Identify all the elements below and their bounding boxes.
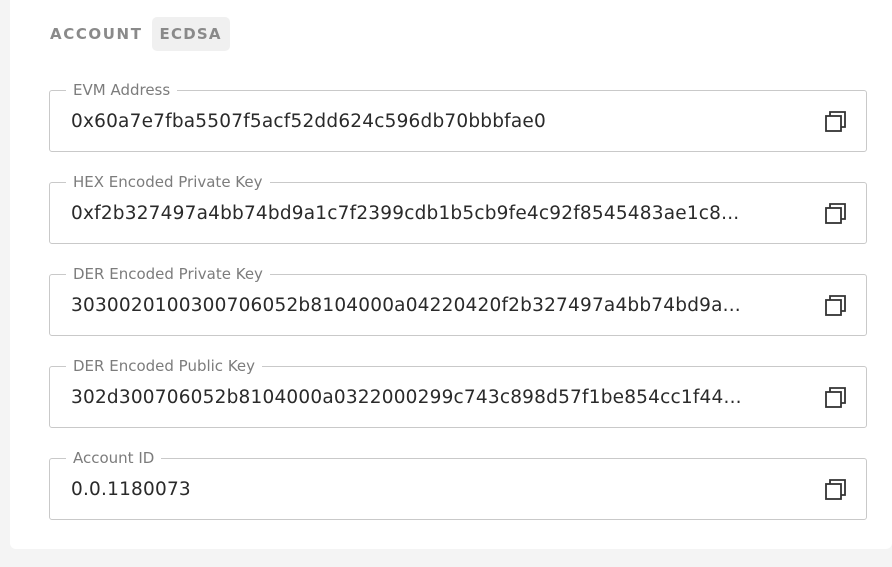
account-id-value[interactable]: 0.0.1180073	[71, 479, 801, 501]
copy-icon	[825, 387, 846, 408]
der-public-key-value[interactable]: 302d300706052b8104000a0322000299c743c898…	[71, 387, 801, 409]
account-id-label: Account ID	[66, 449, 162, 467]
hex-private-key-field: HEX Encoded Private Key 0xf2b327497a4bb7…	[49, 173, 867, 244]
account-header: ACCOUNT ECDSA	[50, 17, 230, 51]
copy-der-public-key-button[interactable]	[823, 385, 849, 411]
copy-icon	[825, 203, 846, 224]
der-private-key-value[interactable]: 3030020100300706052b8104000a04220420f2b3…	[71, 295, 801, 317]
evm-address-value[interactable]: 0x60a7e7fba5507f5acf52dd624c596db70bbbfa…	[71, 111, 801, 133]
copy-account-id-button[interactable]	[823, 477, 849, 503]
copy-der-private-key-button[interactable]	[823, 293, 849, 319]
copy-icon	[825, 479, 846, 500]
der-private-key-label: DER Encoded Private Key	[66, 265, 270, 283]
der-private-key-field: DER Encoded Private Key 3030020100300706…	[49, 265, 867, 336]
hex-private-key-label: HEX Encoded Private Key	[66, 173, 270, 191]
key-type-badge: ECDSA	[151, 17, 230, 51]
account-id-field: Account ID 0.0.1180073	[49, 449, 867, 520]
copy-icon	[825, 295, 846, 316]
account-title: ACCOUNT	[50, 25, 143, 43]
copy-hex-private-key-button[interactable]	[823, 201, 849, 227]
copy-icon	[825, 111, 846, 132]
evm-address-label: EVM Address	[66, 81, 178, 99]
copy-evm-address-button[interactable]	[823, 109, 849, 135]
account-card: ACCOUNT ECDSA EVM Address 0x60a7e7fba550…	[10, 0, 892, 549]
der-public-key-label: DER Encoded Public Key	[66, 357, 263, 375]
der-public-key-field: DER Encoded Public Key 302d300706052b810…	[49, 357, 867, 428]
hex-private-key-value[interactable]: 0xf2b327497a4bb74bd9a1c7f2399cdb1b5cb9fe…	[71, 203, 801, 225]
evm-address-field: EVM Address 0x60a7e7fba5507f5acf52dd624c…	[49, 81, 867, 152]
